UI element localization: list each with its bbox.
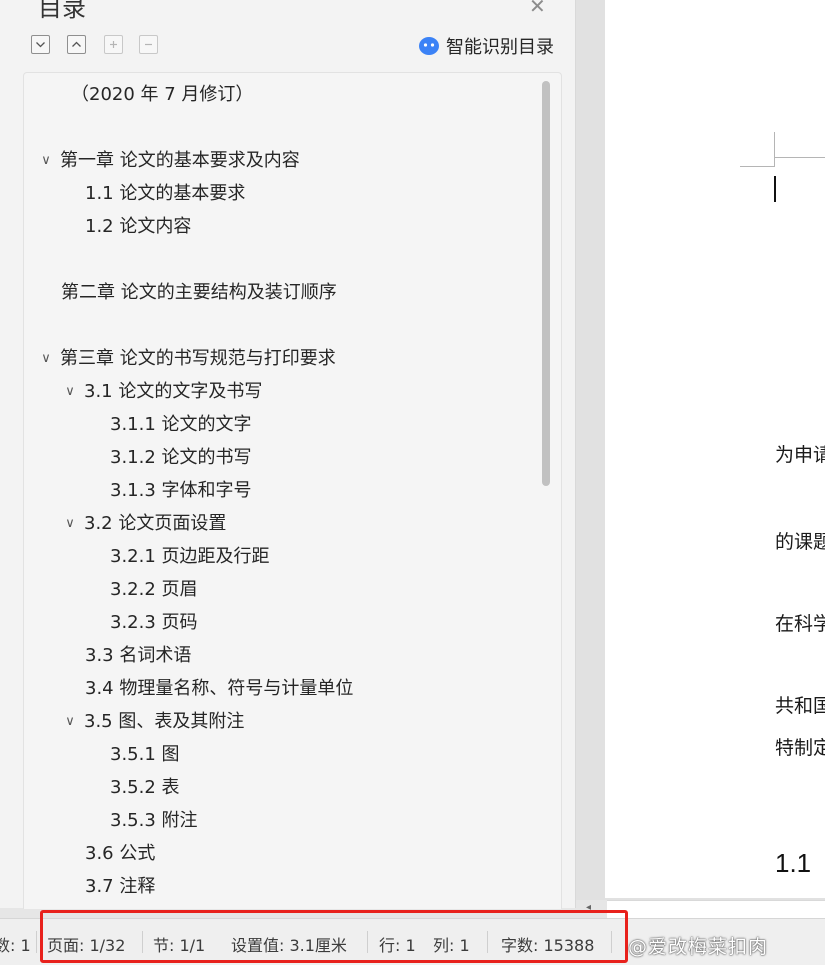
chevron-up-icon — [72, 41, 81, 47]
toc-item[interactable]: 3.1.3 字体和字号 — [110, 477, 252, 505]
toc-item-label: 3.7 注释 — [85, 876, 156, 897]
divider — [142, 931, 143, 953]
toc-item-label: 第一章 论文的基本要求及内容 — [60, 150, 300, 171]
plus-icon — [110, 41, 117, 48]
toc-item[interactable]: 3.2.1 页边距及行距 — [110, 543, 270, 571]
horizontal-scrollbar[interactable] — [607, 900, 825, 919]
document-text-line: 在科学 — [775, 613, 825, 635]
toc-item-label: 3.1.2 论文的书写 — [110, 447, 252, 468]
toc-item[interactable]: 3.5.1 图 — [110, 741, 180, 769]
toc-item[interactable]: 3.2.2 页眉 — [110, 576, 198, 604]
toc-item[interactable]: 3.4 物理量名称、符号与计量单位 — [85, 675, 353, 703]
toc-item[interactable]: ∨ 3.5 图、表及其附注 — [62, 708, 244, 736]
watermark: @爱改梅菜扣肉 — [628, 936, 769, 958]
document-text-line: 特制定 — [775, 737, 825, 759]
toc-item-label: 3.3 名词术语 — [85, 645, 192, 666]
collapse-all-button[interactable] — [67, 35, 86, 54]
toc-item[interactable]: 3.2.3 页码 — [110, 609, 198, 637]
toc-item[interactable]: 1.2 论文内容 — [85, 213, 191, 241]
toc-item-label: 3.2.2 页眉 — [110, 579, 198, 600]
toc-item-label: 3.4 物理量名称、符号与计量单位 — [85, 678, 354, 699]
chevron-down-icon[interactable]: ∨ — [62, 708, 78, 736]
minus-icon — [145, 43, 152, 46]
expand-all-button[interactable] — [31, 35, 50, 54]
smart-recognize-label: 智能识别目录 — [446, 37, 554, 58]
document-text-line: 的课题 — [775, 531, 825, 553]
toc-item[interactable]: 3.6 公式 — [85, 840, 155, 868]
toc-item-label: 1.2 论文内容 — [85, 216, 192, 237]
pane-title: 目录 — [38, 0, 86, 22]
status-partial[interactable]: 数: 1 — [0, 932, 31, 956]
toc-item[interactable]: 3.5.2 表 — [110, 774, 180, 802]
toc-item-label: 3.5.1 图 — [110, 744, 180, 765]
smart-recognize-toc-button[interactable]: 智能识别目录 — [418, 34, 554, 58]
toc-item-label: 第二章 论文的主要结构及装订顺序 — [61, 282, 337, 303]
toc-item-label: 第三章 论文的书写规范与打印要求 — [60, 348, 336, 369]
add-level-button[interactable] — [104, 35, 123, 54]
chevron-down-icon[interactable]: ∨ — [62, 510, 78, 538]
chevron-down-icon[interactable]: ∨ — [38, 345, 54, 373]
toc-item-label: 1.1 论文的基本要求 — [85, 183, 246, 204]
status-setting[interactable]: 设置值: 3.1厘米 — [231, 932, 347, 956]
toc-item-label: 3.1.3 字体和字号 — [110, 480, 252, 501]
toc-item-label: 3.6 公式 — [85, 843, 156, 864]
scroll-left-icon[interactable]: ◂ — [586, 902, 591, 913]
status-word-count[interactable]: 字数: 15388 — [501, 932, 594, 956]
close-icon[interactable]: ✕ — [529, 0, 546, 18]
crop-mark — [774, 132, 775, 166]
toc-item[interactable]: ∨ 3.1 论文的文字及书写 — [62, 378, 262, 406]
toc-item[interactable]: ∨ 3.2 论文页面设置 — [62, 510, 226, 538]
toc-item[interactable]: （2020 年 7 月修订） — [71, 81, 253, 109]
toc-item-label: 3.2 论文页面设置 — [84, 513, 227, 534]
document-text-line: 共和国 — [775, 695, 825, 717]
document-text-line: 为申请 — [775, 444, 825, 466]
toc-item-label: 3.1.1 论文的文字 — [110, 414, 252, 435]
remove-level-button[interactable] — [139, 35, 158, 54]
status-section[interactable]: 节: 1/1 — [153, 932, 205, 956]
toc-item-label: 3.1 论文的文字及书写 — [84, 381, 263, 402]
divider — [611, 931, 612, 953]
divider — [36, 931, 37, 953]
status-column[interactable]: 列: 1 — [433, 932, 470, 956]
status-row[interactable]: 行: 1 — [379, 932, 416, 956]
toc-item-label: 3.2.3 页码 — [110, 612, 198, 633]
divider — [487, 931, 488, 953]
toc-item[interactable]: 第二章 论文的主要结构及装订顺序 — [61, 279, 337, 307]
ai-robot-icon — [419, 37, 439, 55]
toc-item[interactable]: ∨ 第三章 论文的书写规范与打印要求 — [38, 345, 336, 373]
crop-mark — [775, 157, 825, 158]
toc-item[interactable]: 3.3 名词术语 — [85, 642, 191, 670]
document-heading: 1.1 — [775, 848, 812, 878]
crop-mark — [740, 166, 775, 167]
toc-item-label: 3.5.2 表 — [110, 777, 180, 798]
toc-item[interactable]: 3.1.1 论文的文字 — [110, 411, 252, 439]
toc-item[interactable]: 3.7 注释 — [85, 873, 155, 901]
toc-item[interactable]: ∨ 第一章 论文的基本要求及内容 — [38, 147, 300, 175]
toc-item-label: 3.5 图、表及其附注 — [84, 711, 245, 732]
toc-item[interactable]: 3.1.2 论文的书写 — [110, 444, 252, 472]
toc-item-label: 3.5.3 附注 — [110, 810, 198, 831]
chevron-down-icon[interactable]: ∨ — [38, 147, 54, 175]
navigation-pane: 目录 ✕ 智能识别目录 （2020 年 7 月修订） ∨ 第一章 论文的基本要求及… — [0, 0, 576, 909]
toc-item-label: （2020 年 7 月修订） — [71, 84, 254, 105]
text-cursor — [774, 176, 776, 202]
status-page[interactable]: 页面: 1/32 — [47, 932, 125, 956]
divider — [367, 931, 368, 953]
chevron-down-icon[interactable]: ∨ — [62, 378, 78, 406]
toc-tree: （2020 年 7 月修订） ∨ 第一章 论文的基本要求及内容 1.1 论文的基本… — [23, 72, 562, 909]
toc-item-label: 3.2.1 页边距及行距 — [110, 546, 270, 567]
toc-item[interactable]: 1.1 论文的基本要求 — [85, 180, 245, 208]
chevron-down-icon — [36, 42, 45, 48]
toc-item[interactable]: 3.5.3 附注 — [110, 807, 198, 835]
toc-scrollbar[interactable] — [542, 81, 550, 486]
